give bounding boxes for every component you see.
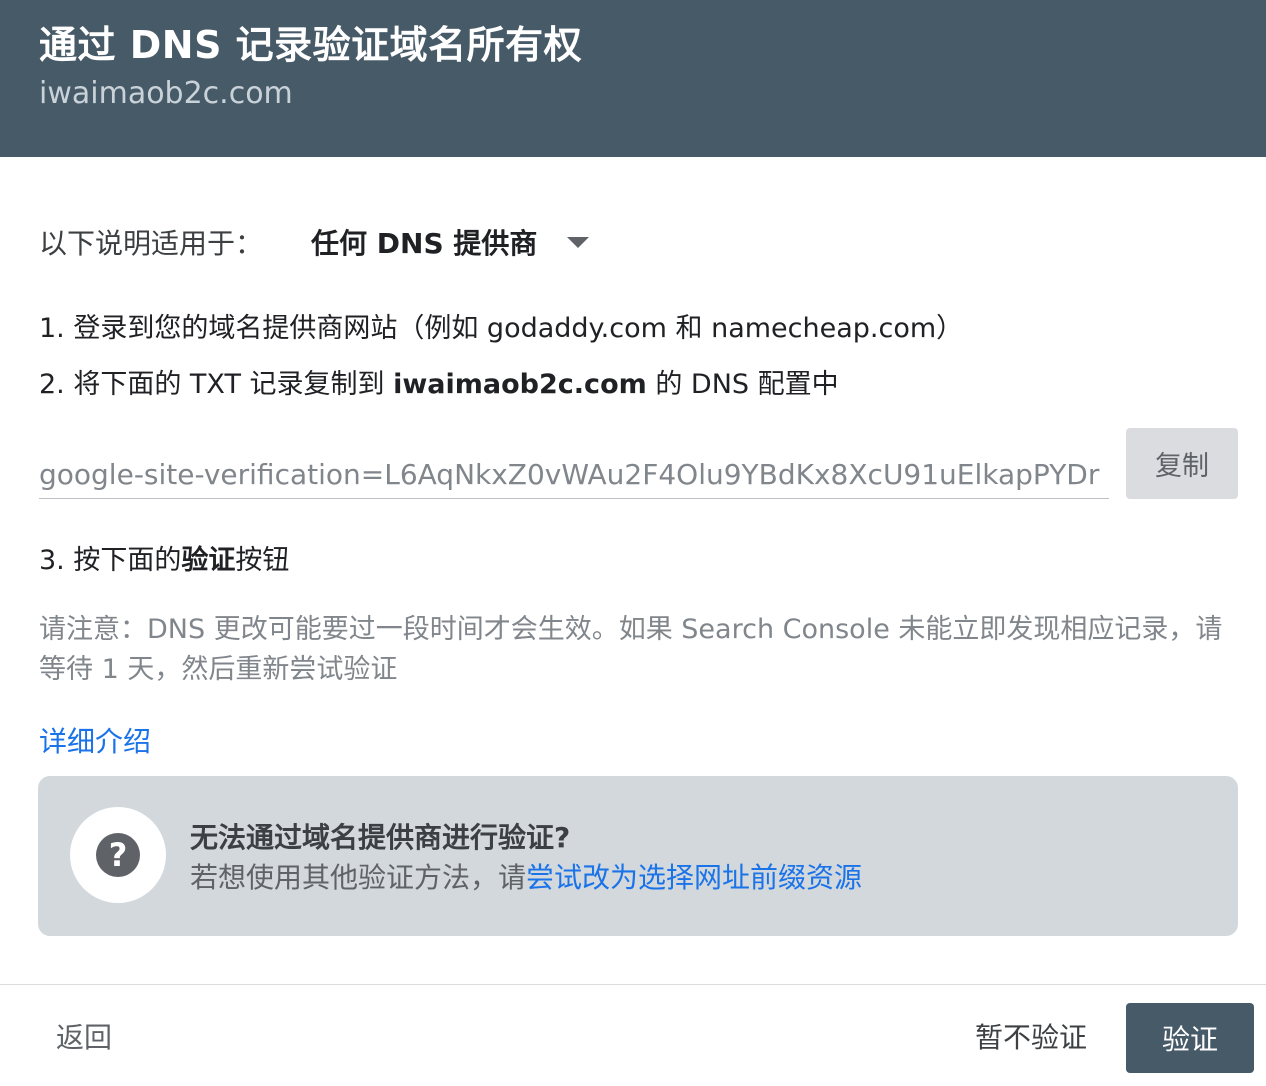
step-3-prefix: 3. 按下面的 xyxy=(39,545,182,576)
dns-note: 请注意：DNS 更改可能要过一段时间才会生效。如果 Search Console… xyxy=(39,614,1223,685)
step-3-bold: 验证 xyxy=(181,545,236,576)
skip-verify-button[interactable]: 暂不验证 xyxy=(975,1016,1087,1056)
url-prefix-link[interactable]: 尝试改为选择网址前缀资源 xyxy=(526,861,862,894)
step-3-suffix: 按钮 xyxy=(235,545,290,576)
provider-row: 以下说明适用于： 任何 DNS 提供商 xyxy=(39,222,590,262)
step-3: 3. 按下面的验证按钮 xyxy=(39,538,289,577)
help-box: ? 无法通过域名提供商进行验证? 若想使用其他验证方法，请尝试改为选择网址前缀资… xyxy=(38,776,1238,936)
chevron-down-icon xyxy=(567,236,590,248)
domain-subtitle: iwaimaob2c.com xyxy=(39,76,293,111)
back-button[interactable]: 返回 xyxy=(56,1016,112,1056)
question-icon: ? xyxy=(96,833,140,877)
provider-label: 以下说明适用于： xyxy=(39,227,264,260)
footer-divider xyxy=(0,984,1266,985)
help-text-prefix: 若想使用其他验证方法，请 xyxy=(190,861,527,894)
help-text: 若想使用其他验证方法，请尝试改为选择网址前缀资源 xyxy=(190,856,862,896)
copy-button[interactable]: 复制 xyxy=(1126,428,1238,499)
help-title: 无法通过域名提供商进行验证? xyxy=(190,821,571,854)
provider-select[interactable]: 任何 DNS 提供商 xyxy=(311,222,590,262)
step-2-suffix: 的 DNS 配置中 xyxy=(646,369,839,400)
learn-more-link[interactable]: 详细介绍 xyxy=(39,720,151,760)
provider-select-value: 任何 DNS 提供商 xyxy=(311,227,538,260)
help-icon-circle: ? xyxy=(70,807,166,903)
step-2-domain: iwaimaob2c.com xyxy=(393,369,647,400)
step-2-prefix: 2. 将下面的 TXT 记录复制到 xyxy=(39,369,394,400)
dialog-title: 通过 DNS 记录验证域名所有权 xyxy=(39,23,583,67)
verify-button[interactable]: 验证 xyxy=(1126,1003,1254,1073)
step-1: 1. 登录到您的域名提供商网站（例如 godaddy.com 和 nameche… xyxy=(39,313,964,344)
dialog-header: 通过 DNS 记录验证域名所有权 iwaimaob2c.com xyxy=(0,0,1266,157)
step-2: 2. 将下面的 TXT 记录复制到 iwaimaob2c.com 的 DNS 配… xyxy=(39,362,839,401)
txt-record-field[interactable]: google-site-verification=L6AqNkxZ0vWAu2F… xyxy=(39,452,1109,499)
